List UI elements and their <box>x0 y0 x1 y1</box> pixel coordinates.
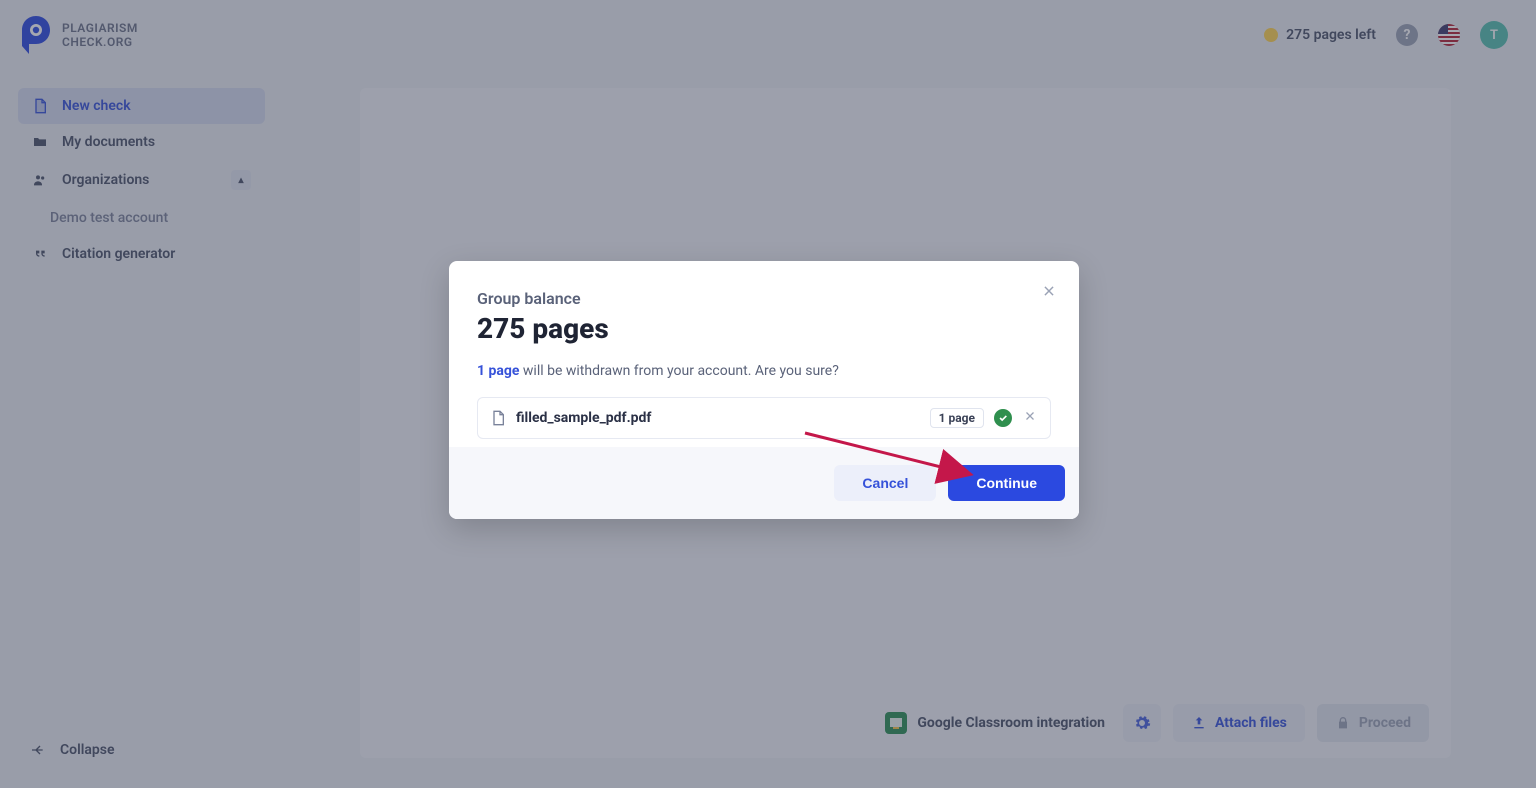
app-root: PLAGIARISM CHECK.ORG 275 pages left ? T <box>0 0 1536 788</box>
close-icon <box>1024 410 1036 422</box>
modal-subtitle: Group balance <box>477 289 1051 308</box>
modal-message-rest: will be withdrawn from your account. Are… <box>519 363 838 379</box>
remove-file-button[interactable] <box>1022 410 1038 426</box>
confirm-modal: Group balance 275 pages 1 page will be w… <box>449 261 1079 519</box>
modal-footer: Cancel Continue <box>449 447 1079 519</box>
continue-button[interactable]: Continue <box>948 465 1065 501</box>
modal-title: 275 pages <box>477 312 1051 345</box>
modal-message-highlight: 1 page <box>477 363 519 379</box>
modal-close-button[interactable] <box>1039 281 1059 301</box>
file-icon <box>490 410 506 426</box>
file-name: filled_sample_pdf.pdf <box>516 410 920 426</box>
file-row: filled_sample_pdf.pdf 1 page <box>477 397 1051 439</box>
close-icon <box>1042 284 1056 298</box>
cancel-button[interactable]: Cancel <box>834 465 936 501</box>
check-icon <box>994 409 1012 427</box>
page-count-badge: 1 page <box>930 408 984 428</box>
modal-message: 1 page will be withdrawn from your accou… <box>477 363 1051 379</box>
